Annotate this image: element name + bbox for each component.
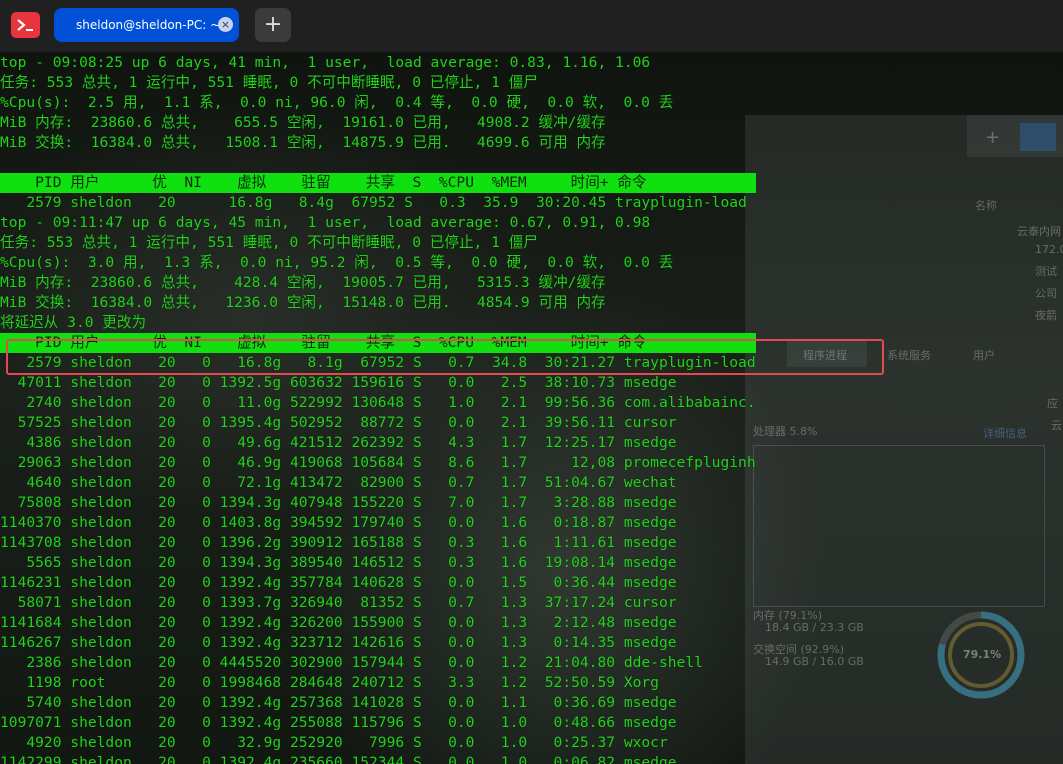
background-tab-label: 用户 <box>973 349 995 362</box>
terminal-line: MiB 交换: 16384.0 总共, 1236.0 空闲, 15148.0 已… <box>0 294 606 311</box>
process-row: 1140370 sheldon 20 0 1403.8g 394592 1797… <box>0 514 677 531</box>
process-row: 4640 sheldon 20 0 72.1g 413472 82900 S 0… <box>0 474 677 491</box>
terminal-line: 将延迟从 3.0 更改为 <box>0 314 147 331</box>
process-row: 29063 sheldon 20 0 46.9g 419068 105684 S… <box>0 454 756 471</box>
process-table-header: PID 用户 优 NI 虚拟 驻留 共享 S %CPU %MEM 时间+ 命令 <box>0 173 756 193</box>
process-row: 2740 sheldon 20 0 11.0g 522992 130648 S … <box>0 394 756 411</box>
background-ring-value: 79.1% <box>963 648 1002 661</box>
process-row: 47011 sheldon 20 0 1392.5g 603632 159616… <box>0 374 677 391</box>
background-plus-icon: + <box>985 127 1001 148</box>
terminal-line: %Cpu(s): 3.0 用, 1.3 系, 0.0 ni, 95.2 闲, 0… <box>0 254 674 271</box>
new-tab-button[interactable]: + <box>255 8 291 42</box>
background-tree-item: 公司 <box>1035 287 1057 300</box>
process-row: 1097071 sheldon 20 0 1392.4g 255088 1157… <box>0 714 677 731</box>
terminal-line: top - 09:11:47 up 6 days, 45 min, 1 user… <box>0 214 651 231</box>
terminal-line: MiB 内存: 23860.6 总共, 428.4 空闲, 19005.7 已用… <box>0 274 606 291</box>
terminal-line: 2579 sheldon 20 16.8g 8.4g 67952 S 0.3 3… <box>0 194 747 211</box>
terminal-line: MiB 交换: 16384.0 总共, 1508.1 空闲, 14875.9 已… <box>0 134 606 151</box>
title-bar: sheldon@sheldon-PC: ~ × + <box>0 0 1063 53</box>
background-search-icon <box>1020 123 1056 151</box>
background-right-label: 应 <box>1047 397 1058 410</box>
process-row: 4920 sheldon 20 0 32.9g 252920 7996 S 0.… <box>0 734 668 751</box>
process-row: 2386 sheldon 20 0 4445520 302900 157944 … <box>0 654 703 671</box>
terminal-line: 任务: 553 总共, 1 运行中, 551 睡眠, 0 不可中断睡眠, 0 已… <box>0 234 538 251</box>
process-row: 1198 root 20 0 1998468 284648 240712 S 3… <box>0 674 659 691</box>
background-window: + 名称 云泰内网 172.0 测试 公司 夜箭 程序进程 系统服务 用户 应 … <box>745 115 1063 764</box>
process-row: 58071 sheldon 20 0 1393.7g 326940 81352 … <box>0 594 677 611</box>
background-memory-value: 18.4 GB / 23.3 GB <box>765 621 864 634</box>
background-name-column: 名称 <box>975 199 997 212</box>
background-details-link: 详细信息 <box>983 427 1027 440</box>
highlight-box <box>6 339 884 375</box>
process-row: 1142299 sheldon 20 0 1392.4g 235660 1523… <box>0 754 677 764</box>
process-row: 1146231 sheldon 20 0 1392.4g 357784 1406… <box>0 574 677 591</box>
close-icon[interactable]: × <box>218 17 233 32</box>
background-swap-value: 14.9 GB / 16.0 GB <box>765 655 864 668</box>
terminal-line: top - 09:08:25 up 6 days, 41 min, 1 user… <box>0 54 651 71</box>
process-row: 5565 sheldon 20 0 1394.3g 389540 146512 … <box>0 554 677 571</box>
background-right-label2: 云 <box>1051 419 1062 432</box>
background-cpu-graph <box>753 445 1045 607</box>
tab-title: sheldon@sheldon-PC: ~ <box>76 18 221 32</box>
terminal-area[interactable]: + 名称 云泰内网 172.0 测试 公司 夜箭 程序进程 系统服务 用户 应 … <box>0 53 1063 764</box>
background-tree-item: 夜箭 <box>1035 309 1057 322</box>
background-tree-item: 172.0 <box>1035 243 1063 256</box>
process-row: 75808 sheldon 20 0 1394.3g 407948 155220… <box>0 494 677 511</box>
background-tab-label: 系统服务 <box>887 349 931 362</box>
terminal-output: top - 09:08:25 up 6 days, 41 min, 1 user… <box>0 53 756 764</box>
process-row: 5740 sheldon 20 0 1392.4g 257368 141028 … <box>0 694 677 711</box>
process-row: 1141684 sheldon 20 0 1392.4g 326200 1559… <box>0 614 677 631</box>
terminal-line: MiB 内存: 23860.6 总共, 655.5 空闲, 19161.0 已用… <box>0 114 606 131</box>
terminal-line: 任务: 553 总共, 1 运行中, 551 睡眠, 0 不可中断睡眠, 0 已… <box>0 74 538 91</box>
terminal-app-icon[interactable] <box>11 12 40 38</box>
background-cpu-label: 处理器 5.8% <box>753 425 818 438</box>
background-tree-item: 测试 <box>1035 265 1057 278</box>
process-row: 4386 sheldon 20 0 49.6g 421512 262392 S … <box>0 434 677 451</box>
tab-terminal-session[interactable]: sheldon@sheldon-PC: ~ × <box>54 8 239 42</box>
background-tree-root: 云泰内网 <box>1017 225 1061 238</box>
process-row: 1146267 sheldon 20 0 1392.4g 323712 1426… <box>0 634 677 651</box>
process-row: 57525 sheldon 20 0 1395.4g 502952 88772 … <box>0 414 677 431</box>
process-row: 1143708 sheldon 20 0 1396.2g 390912 1651… <box>0 534 677 551</box>
terminal-line: %Cpu(s): 2.5 用, 1.1 系, 0.0 ni, 96.0 闲, 0… <box>0 94 674 111</box>
